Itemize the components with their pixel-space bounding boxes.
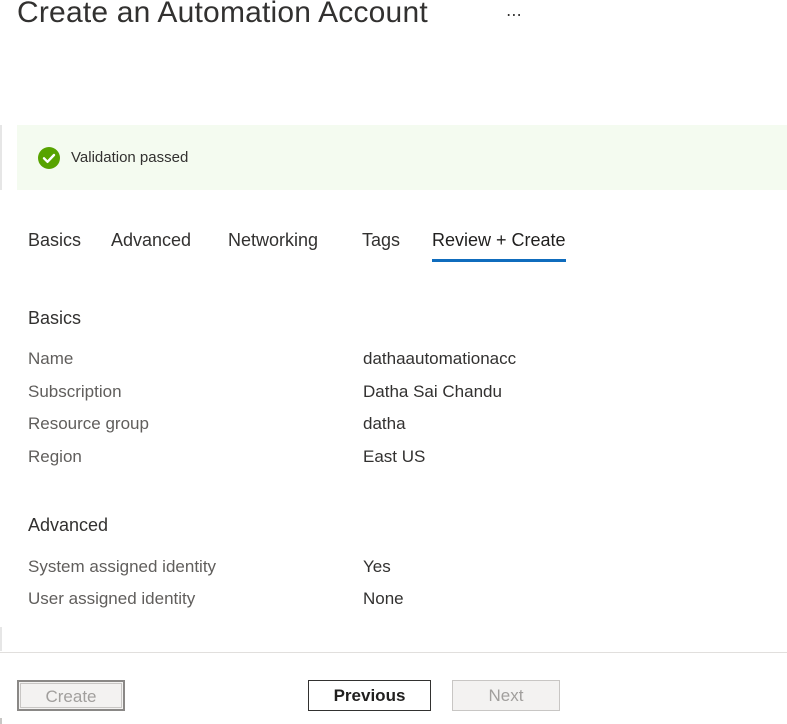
section-title-basics: Basics <box>28 308 82 328</box>
label-region: Region <box>28 447 82 466</box>
tab-advanced[interactable]: Advanced <box>111 230 191 259</box>
value-name: dathaautomationacc <box>363 349 517 368</box>
more-options-button[interactable]: ⋯ <box>503 6 525 26</box>
create-button[interactable]: Create <box>17 680 125 711</box>
next-button[interactable]: Next <box>452 680 560 711</box>
value-region: East US <box>363 447 426 466</box>
tab-networking[interactable]: Networking <box>228 230 318 259</box>
value-user-assigned-identity: None <box>363 589 404 608</box>
label-system-assigned-identity: System assigned identity <box>28 557 217 576</box>
left-edge-accent-lower <box>0 627 2 651</box>
tab-tags[interactable]: Tags <box>362 230 400 259</box>
validation-banner: Validation passed <box>17 125 787 190</box>
tab-basics[interactable]: Basics <box>28 230 81 259</box>
label-resource-group: Resource group <box>28 414 149 433</box>
bottom-edge-mark <box>0 718 2 724</box>
tab-review-create[interactable]: Review + Create <box>432 230 566 262</box>
section-title-advanced: Advanced <box>28 515 109 535</box>
value-subscription: Datha Sai Chandu <box>363 382 502 401</box>
validation-message: Validation passed <box>71 149 189 166</box>
checkmark-circle-icon <box>38 146 60 169</box>
page-title: Create an Automation Account <box>17 0 428 29</box>
previous-button[interactable]: Previous <box>308 680 431 711</box>
label-user-assigned-identity: User assigned identity <box>28 589 196 608</box>
value-resource-group: datha <box>363 414 406 433</box>
footer-divider <box>0 652 787 653</box>
label-name: Name <box>28 349 74 368</box>
create-automation-account-page: Create an Automation Account ⋯ Validatio… <box>0 0 787 724</box>
label-subscription: Subscription <box>28 382 122 401</box>
left-edge-accent <box>0 125 2 190</box>
value-system-assigned-identity: Yes <box>363 557 391 576</box>
